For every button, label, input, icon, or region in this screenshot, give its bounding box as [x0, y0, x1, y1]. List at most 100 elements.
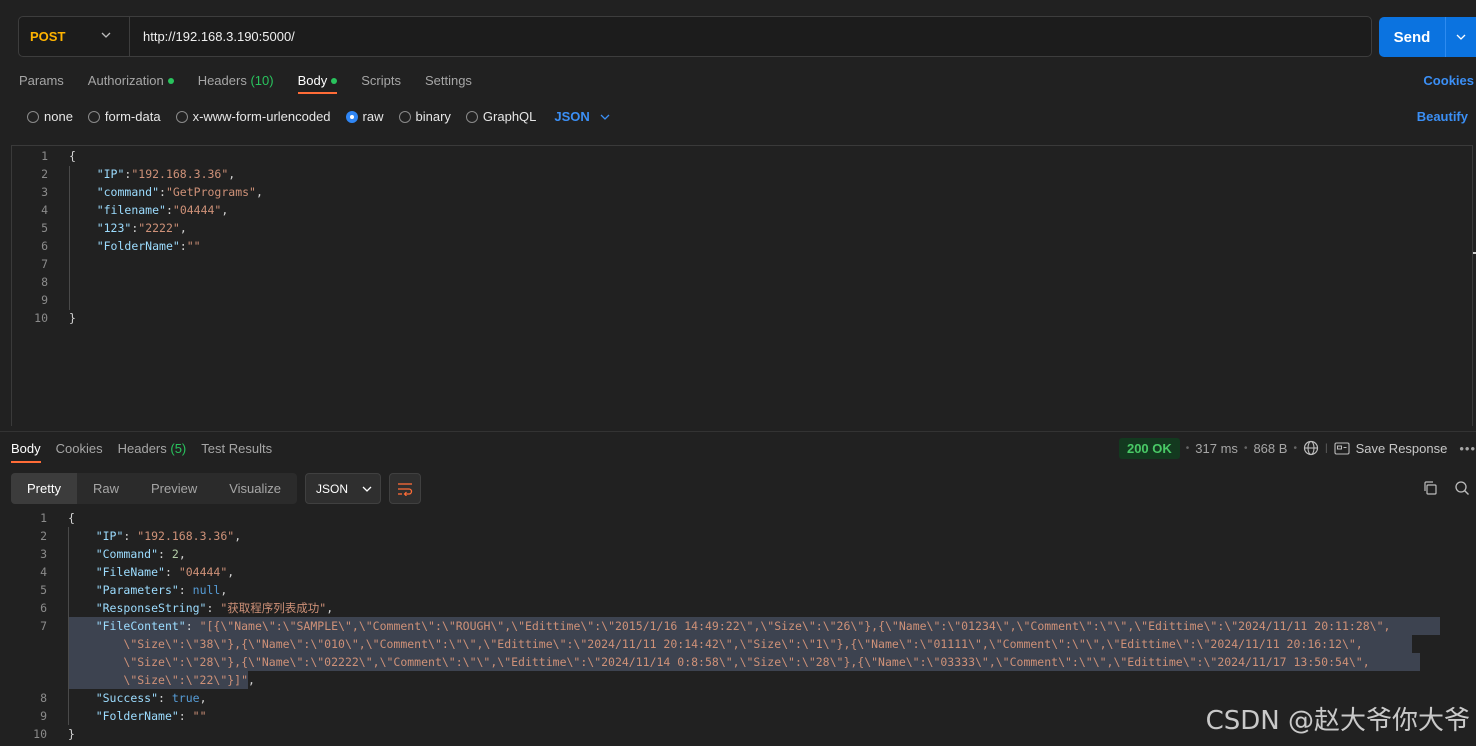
body-type-urlencoded[interactable]: x-www-form-urlencoded [175, 109, 331, 124]
code-token: , [228, 167, 236, 181]
wrap-lines-icon [398, 482, 413, 496]
code-token: , [179, 221, 187, 235]
code-token: "192.168.3.36" [137, 529, 235, 543]
code-token: , [220, 583, 228, 597]
resp-tab-cookies[interactable]: Cookies [56, 441, 103, 456]
view-raw[interactable]: Raw [77, 473, 135, 504]
method-select[interactable]: POST [19, 17, 130, 56]
request-body-editor[interactable]: 1{2 "IP":"192.168.3.36", 3 "command":"Get… [11, 145, 1473, 426]
view-mode-group: Pretty Raw Preview Visualize [11, 473, 298, 504]
code-token: , [178, 547, 186, 561]
body-type-selector: none form-data x-www-form-urlencoded raw… [27, 109, 610, 124]
response-format-select[interactable]: JSON [305, 473, 382, 504]
code-line: \"Size\":\"38\"},{\"Name\":\"010\",\"Com… [0, 635, 1476, 653]
code-token: "04444" [172, 203, 222, 217]
radio-icon [465, 110, 478, 123]
separator-dot: • [1243, 442, 1248, 454]
view-preview[interactable]: Preview [135, 473, 213, 504]
code-token: "Command" [95, 547, 159, 561]
code-line: 7 [12, 255, 1472, 273]
code-token: , [234, 529, 242, 543]
code-line: 4 "filename":"04444", [12, 201, 1472, 219]
tab-settings[interactable]: Settings [425, 73, 472, 88]
line-number: 4 [40, 565, 47, 579]
watermark: CSDN @赵大爷你大爷 [1205, 706, 1470, 736]
code-token: \"Size\":\"28\"},{\"Name\":\"02222\",\"C… [123, 655, 1370, 669]
code-token: , [221, 203, 229, 217]
url-input[interactable]: http://192.168.3.190:5000/ [130, 29, 295, 44]
view-pretty[interactable]: Pretty [11, 473, 77, 504]
body-type-raw[interactable]: raw [345, 109, 384, 124]
language-select[interactable]: JSON [554, 109, 610, 124]
radio-icon [398, 110, 411, 123]
code-text: "FolderName":"" [69, 237, 201, 255]
tab-params[interactable]: Params [19, 73, 64, 88]
code-token: true [171, 691, 200, 705]
code-token: "filename" [96, 203, 166, 217]
response-view-bar: Pretty Raw Preview Visualize JSON [11, 473, 422, 504]
chevron-down-icon [1456, 34, 1466, 40]
send-button[interactable]: Send [1379, 17, 1476, 57]
code-line: 10} [12, 309, 1472, 327]
globe-icon[interactable] [1303, 440, 1319, 456]
response-time[interactable]: 317 ms [1195, 441, 1238, 456]
tab-headers[interactable]: Headers (10) [198, 73, 274, 88]
code-token: : [185, 619, 200, 633]
tab-label: Params [19, 73, 64, 88]
pane-divider[interactable] [0, 431, 1476, 432]
more-options-icon[interactable]: ••• [1459, 441, 1476, 456]
beautify-button[interactable]: Beautify [1417, 109, 1468, 124]
tab-authorization[interactable]: Authorization [88, 73, 174, 88]
code-text: "IP":"192.168.3.36", [69, 165, 236, 183]
resp-tab-body[interactable]: Body [11, 441, 41, 463]
code-token: } [69, 311, 76, 325]
send-options-button[interactable] [1445, 17, 1476, 57]
code-line: 1{ [0, 509, 1476, 527]
wrap-lines-button[interactable] [389, 473, 422, 504]
cookies-link[interactable]: Cookies [1423, 73, 1474, 88]
separator-dot: | [1324, 442, 1328, 454]
code-line: 2 "IP":"192.168.3.36", [12, 165, 1472, 183]
code-line: 5 "123":"2222", [12, 219, 1472, 237]
body-type-graphql[interactable]: GraphQL [465, 109, 537, 124]
search-icon[interactable] [1454, 480, 1470, 496]
code-token: "FolderName" [96, 239, 180, 253]
response-size[interactable]: 868 B [1253, 441, 1287, 456]
chevron-down-icon [600, 114, 610, 120]
code-token: 2 [171, 547, 179, 561]
code-token: { [69, 149, 76, 163]
code-token: "Parameters" [95, 583, 179, 597]
code-line: 4 "FileName": "04444", [0, 563, 1476, 581]
resp-tab-test-results[interactable]: Test Results [201, 441, 272, 456]
status-badge[interactable]: 200 OK [1118, 437, 1180, 459]
body-type-none[interactable]: none [27, 109, 73, 124]
view-visualize[interactable]: Visualize [213, 473, 297, 504]
code-text: "FolderName": "" [68, 707, 207, 725]
code-text: "Command": 2, [68, 545, 186, 563]
code-token: : [158, 691, 172, 705]
save-response-label: Save Response [1355, 440, 1448, 456]
save-response-button[interactable]: Save Response [1334, 440, 1448, 456]
code-line: 3 "Command": 2, [0, 545, 1476, 563]
resp-tab-headers[interactable]: Headers (5) [118, 441, 187, 456]
code-text: "Parameters": null, [68, 581, 228, 599]
tab-body[interactable]: Body [297, 73, 338, 94]
code-line: \"Size\":\"22\"}]", [0, 671, 1476, 689]
code-token: , [227, 565, 235, 579]
code-line: 8 [12, 273, 1472, 291]
code-token: "Success" [95, 691, 159, 705]
copy-icon[interactable] [1422, 480, 1438, 496]
code-token: : [164, 565, 179, 579]
body-type-binary[interactable]: binary [398, 109, 451, 124]
chevron-down-icon [362, 486, 372, 492]
status-dot-icon [167, 77, 174, 84]
code-token: "2222" [138, 221, 180, 235]
body-type-label: GraphQL [482, 109, 537, 124]
body-type-form-data[interactable]: form-data [87, 109, 161, 124]
body-type-label: binary [415, 109, 451, 124]
tab-scripts[interactable]: Scripts [361, 73, 401, 88]
